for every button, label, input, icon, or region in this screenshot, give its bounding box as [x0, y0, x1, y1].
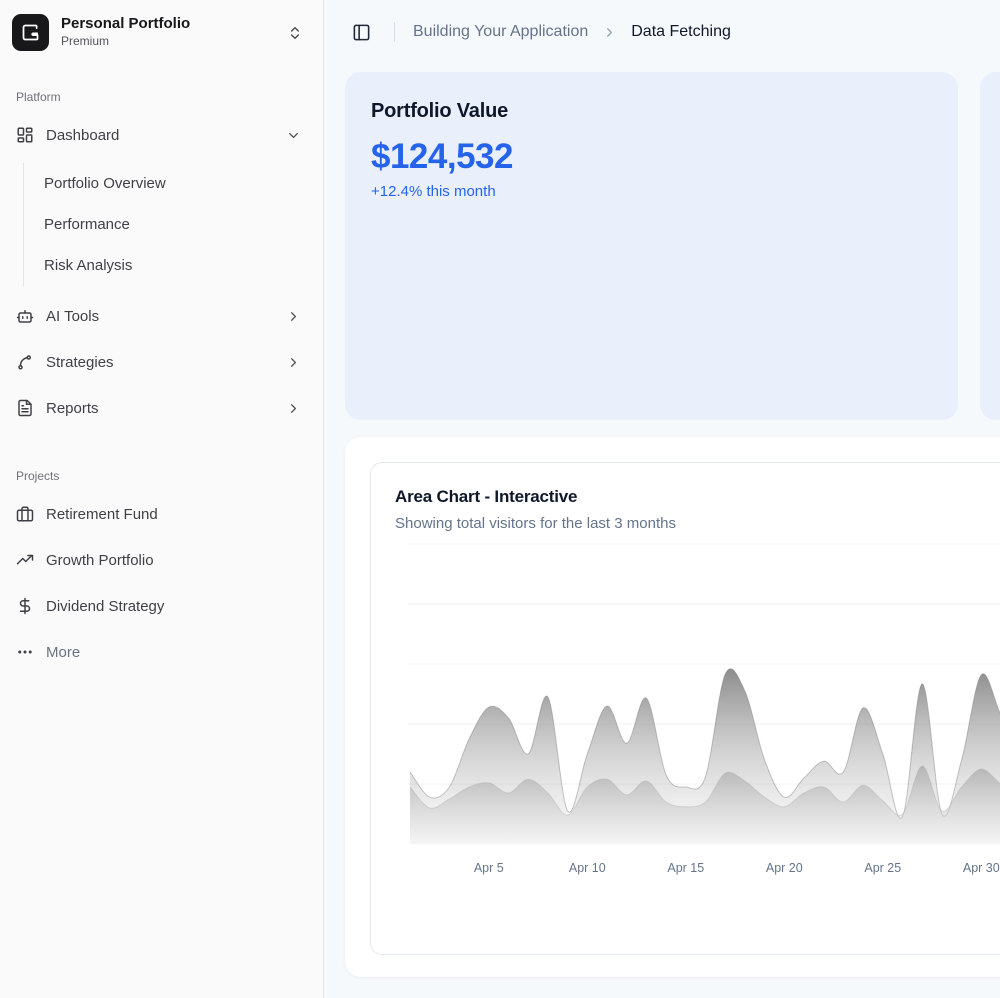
chevrons-up-down-icon — [287, 25, 303, 41]
sidebar-item-label: Strategies — [46, 354, 274, 371]
file-text-icon — [16, 399, 34, 417]
sidebar-item-strategies[interactable]: Strategies — [10, 344, 313, 380]
trending-up-icon — [16, 551, 34, 569]
sidebar-item-label: Growth Portfolio — [46, 552, 307, 569]
spline-icon — [16, 353, 34, 371]
team-info: Personal Portfolio Premium — [61, 15, 275, 49]
subitem-label: Portfolio Overview — [44, 175, 166, 192]
sidebar-item-label: Reports — [46, 400, 274, 417]
subitem-label: Performance — [44, 216, 130, 233]
team-switcher[interactable]: Personal Portfolio Premium — [10, 12, 313, 53]
sidebar-subitem-portfolio-overview[interactable]: Portfolio Overview — [44, 163, 313, 204]
area-chart-card: Area Chart - Interactive Showing total v… — [370, 462, 1000, 955]
metric-card-partial — [980, 72, 1000, 420]
sidebar-item-dividend-strategy[interactable]: Dividend Strategy — [10, 588, 313, 624]
svg-text:Apr 25: Apr 25 — [864, 861, 901, 875]
sidebar-item-ai-tools[interactable]: AI Tools — [10, 298, 313, 334]
sidebar-subitem-performance[interactable]: Performance — [44, 204, 313, 245]
chart-title: Area Chart - Interactive — [395, 487, 1000, 507]
app-window: Personal Portfolio Premium Platform Dash… — [0, 0, 1000, 998]
briefcase-icon — [16, 505, 34, 523]
sidebar-group-projects: Projects Retirement Fund Growth Portfoli… — [10, 468, 313, 670]
panel-left-icon — [352, 23, 371, 42]
dashboard-submenu: Portfolio Overview Performance Risk Anal… — [23, 163, 313, 286]
sidebar-item-dashboard[interactable]: Dashboard — [10, 117, 313, 153]
main-content: Building Your Application Data Fetching … — [324, 0, 1000, 998]
svg-text:Apr 20: Apr 20 — [766, 861, 803, 875]
svg-text:Apr 5: Apr 5 — [474, 861, 504, 875]
sidebar-item-retirement-fund[interactable]: Retirement Fund — [10, 496, 313, 532]
chevron-right-icon — [286, 355, 301, 370]
svg-text:Apr 10: Apr 10 — [569, 861, 606, 875]
sidebar-item-label: More — [46, 644, 307, 661]
metric-change: +12.4% this month — [371, 183, 932, 200]
chevron-down-icon — [286, 128, 301, 143]
wallet-icon — [12, 14, 49, 51]
svg-text:Apr 15: Apr 15 — [667, 861, 704, 875]
sidebar-item-label: Dashboard — [46, 127, 274, 144]
metric-value: $124,532 — [371, 137, 932, 177]
breadcrumb-current: Data Fetching — [631, 23, 731, 41]
group-label-platform: Platform — [10, 89, 313, 105]
breadcrumb-parent[interactable]: Building Your Application — [413, 23, 588, 41]
sidebar-item-label: AI Tools — [46, 308, 274, 325]
svg-text:Apr 30: Apr 30 — [963, 861, 1000, 875]
chart-header: Area Chart - Interactive Showing total v… — [371, 463, 1000, 532]
chevron-right-icon — [286, 309, 301, 324]
chevron-right-icon — [602, 25, 617, 40]
sidebar-item-more[interactable]: More — [10, 634, 313, 670]
chevron-right-icon — [286, 401, 301, 416]
breadcrumb: Building Your Application Data Fetching — [413, 23, 731, 41]
layout-dashboard-icon — [16, 126, 34, 144]
top-bar: Building Your Application Data Fetching — [324, 0, 1000, 64]
header-separator — [394, 22, 395, 42]
team-name: Personal Portfolio — [61, 15, 275, 34]
sidebar: Personal Portfolio Premium Platform Dash… — [0, 0, 324, 998]
area-chart[interactable]: Apr 5 Apr 10 Apr 15 Apr 20 Apr 25 Apr 30 — [371, 541, 1000, 881]
team-plan: Premium — [61, 34, 275, 50]
sidebar-item-growth-portfolio[interactable]: Growth Portfolio — [10, 542, 313, 578]
metric-title: Portfolio Value — [371, 100, 932, 123]
chart-panel: Area Chart - Interactive Showing total v… — [345, 437, 1000, 977]
dollar-sign-icon — [16, 597, 34, 615]
subitem-label: Risk Analysis — [44, 257, 132, 274]
sidebar-subitem-risk-analysis[interactable]: Risk Analysis — [44, 245, 313, 286]
bot-icon — [16, 307, 34, 325]
group-label-projects: Projects — [10, 468, 313, 484]
sidebar-item-reports[interactable]: Reports — [10, 390, 313, 426]
chart-subtitle: Showing total visitors for the last 3 mo… — [395, 515, 1000, 532]
sidebar-toggle-button[interactable] — [346, 17, 376, 47]
portfolio-value-card: Portfolio Value $124,532 +12.4% this mon… — [345, 72, 958, 420]
sidebar-item-label: Dividend Strategy — [46, 598, 307, 615]
sidebar-item-label: Retirement Fund — [46, 506, 307, 523]
sidebar-group-platform: Platform Dashboard Portfolio Overview Pe… — [10, 89, 313, 426]
ellipsis-icon — [16, 643, 34, 661]
